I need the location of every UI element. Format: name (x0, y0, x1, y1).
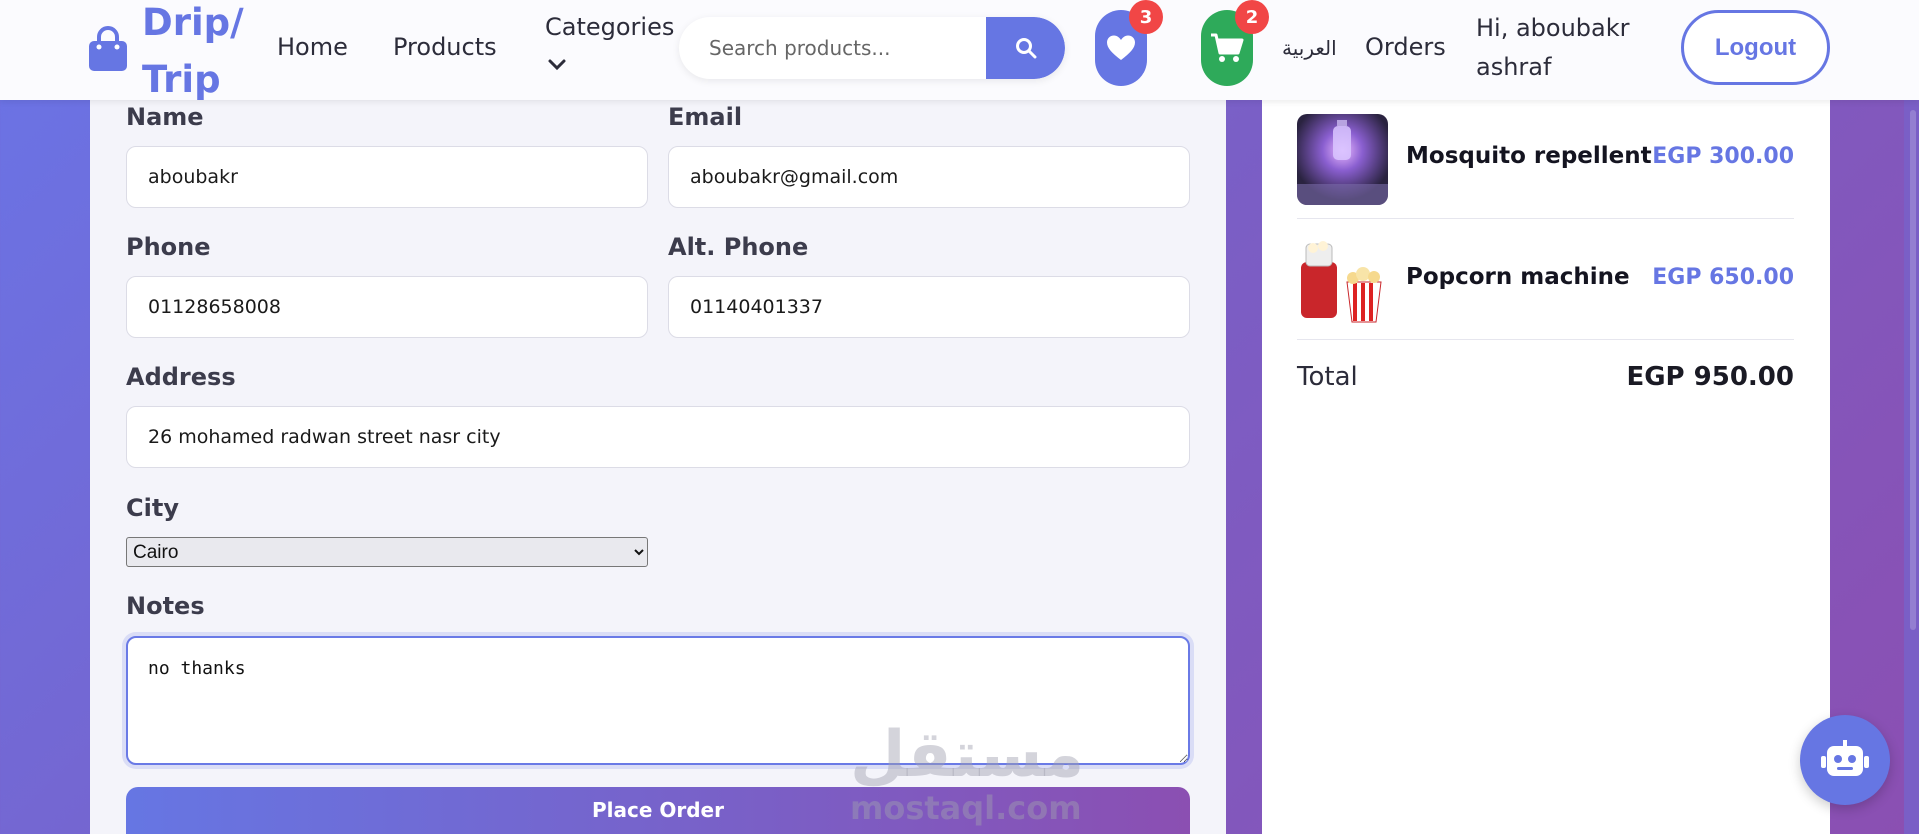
cart-count-badge: 2 (1235, 0, 1269, 34)
chevron-down-icon[interactable] (547, 58, 567, 72)
summary-item-row: Mosquito repellent EGP 300.00 (1297, 98, 1794, 219)
phone-label: Phone (126, 233, 211, 261)
search-bar (679, 17, 1065, 79)
notes-label: Notes (126, 592, 205, 620)
nav-products-link[interactable]: Products (393, 32, 497, 62)
product-price: EGP 300.00 (1652, 144, 1794, 169)
alt-phone-field[interactable] (668, 276, 1190, 338)
product-price: EGP 650.00 (1652, 265, 1794, 290)
search-icon (1015, 38, 1036, 59)
phone-field[interactable] (126, 276, 648, 338)
total-label: Total (1297, 362, 1358, 392)
language-switch-link[interactable]: العربية (1282, 33, 1337, 63)
product-thumbnail (1297, 114, 1388, 205)
summary-item-row: Popcorn machine EGP 650.00 (1297, 219, 1794, 340)
heart-icon (1107, 35, 1135, 60)
alt-phone-label: Alt. Phone (668, 233, 809, 261)
cart-icon (1211, 33, 1244, 62)
address-field[interactable] (126, 406, 1190, 468)
logout-button[interactable]: Logout (1681, 10, 1830, 85)
email-label: Email (668, 103, 743, 131)
top-navbar: Drip/ Trip Home Products Categories 3 2 … (0, 0, 1919, 101)
total-value: EGP 950.00 (1626, 362, 1794, 392)
city-label: City (126, 494, 179, 522)
scrollbar-thumb[interactable] (1910, 110, 1916, 630)
wishlist-button[interactable]: 3 (1095, 0, 1163, 86)
search-button[interactable] (986, 17, 1065, 79)
nav-orders-link[interactable]: Orders (1365, 32, 1446, 62)
place-order-button[interactable]: Place Order (126, 787, 1190, 834)
brand-logo[interactable]: Drip/ Trip (142, 0, 252, 108)
wishlist-count-badge: 3 (1129, 0, 1163, 34)
city-select[interactable]: Cairo (126, 537, 648, 567)
user-greeting: Hi, aboubakr ashraf (1476, 14, 1630, 81)
address-label: Address (126, 363, 236, 391)
email-field[interactable] (668, 146, 1190, 208)
product-name: Popcorn machine (1406, 264, 1630, 290)
nav-home-link[interactable]: Home (277, 32, 348, 62)
search-input[interactable] (679, 17, 986, 79)
chatbot-button[interactable] (1800, 715, 1890, 805)
shopping-bag-icon (89, 26, 127, 71)
cart-button[interactable]: 2 (1201, 0, 1269, 86)
nav-categories-link[interactable]: Categories (545, 12, 674, 42)
robot-icon (1821, 740, 1869, 776)
product-thumbnail (1297, 234, 1388, 325)
notes-textarea[interactable]: no thanks (126, 636, 1190, 765)
name-field[interactable] (126, 146, 648, 208)
product-name: Mosquito repellent (1406, 143, 1652, 169)
